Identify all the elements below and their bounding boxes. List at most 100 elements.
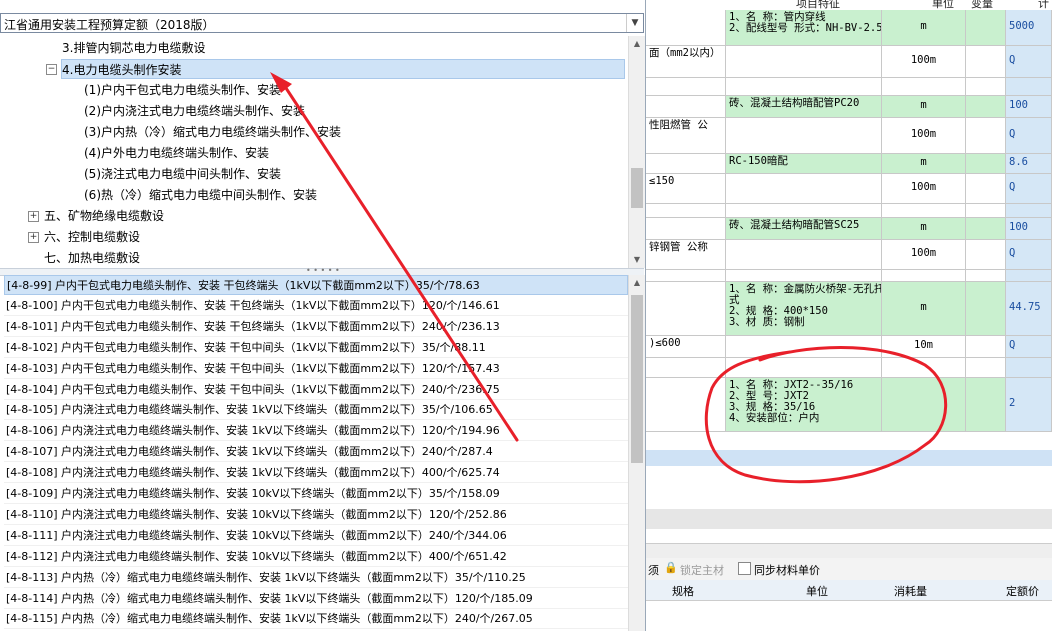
sheet-row[interactable] <box>646 358 1052 378</box>
cell-change[interactable] <box>966 10 1006 45</box>
tree-scrollbar[interactable]: ▲ ▼ <box>628 36 645 268</box>
cell-value[interactable]: 8.6 <box>1006 154 1052 173</box>
cell-value[interactable]: Q <box>1006 174 1052 203</box>
quota-list-item[interactable]: [4-8-114] 户内热（冷）缩式电力电缆终端头制作、安装 1kV以下终端头（… <box>4 589 628 609</box>
cell-feature[interactable]: 砖、混凝土结构暗配管SC25 <box>726 218 882 239</box>
cell-name[interactable]: 锌钢管 公称 <box>646 240 726 269</box>
sheet-row[interactable]: 1、名 称：金属防火桥架-无孔托盘 式 2、规 格：400*150 3、材 质：… <box>646 282 1052 336</box>
cell-name[interactable] <box>646 218 726 239</box>
cell-name[interactable]: 面（mm2以内） <box>646 46 726 77</box>
cell-unit[interactable]: 100m <box>882 118 966 153</box>
quota-list-item[interactable]: [4-8-99] 户内干包式电力电缆头制作、安装 干包终端头（1kV以下截面mm… <box>4 275 628 295</box>
cell-name[interactable]: )≤600 <box>646 336 726 357</box>
quota-list-item[interactable]: [4-8-102] 户内干包式电力电缆头制作、安装 干包中间头（1kV以下截面m… <box>4 338 628 358</box>
quota-list-item[interactable]: [4-8-107] 户内浇注式电力电缆终端头制作、安装 1kV以下终端头（截面m… <box>4 442 628 463</box>
quota-list-item[interactable]: [4-8-115] 户内热（冷）缩式电力电缆终端头制作、安装 1kV以下终端头（… <box>4 609 628 630</box>
tree-node[interactable]: (4)户外电力电缆终端头制作、安装 <box>84 143 269 163</box>
cell-value[interactable]: 5000 <box>1006 10 1052 45</box>
cell-name[interactable] <box>646 154 726 173</box>
cell-unit[interactable]: 100m <box>882 46 966 77</box>
cell-unit[interactable]: 100m <box>882 240 966 269</box>
cell-name[interactable] <box>646 270 726 281</box>
sheet-row[interactable] <box>646 78 1052 96</box>
cell-name[interactable] <box>646 96 726 117</box>
cell-feature[interactable] <box>726 78 882 95</box>
quota-library-select[interactable]: 江省通用安装工程预算定额（2018版） ▼ <box>0 13 644 33</box>
expand-icon[interactable]: + <box>28 211 39 222</box>
quota-list-item[interactable]: [4-8-104] 户内干包式电力电缆头制作、安装 干包中间头（1kV以下截面m… <box>4 380 628 400</box>
quota-list-item[interactable]: [4-8-109] 户内浇注式电力电缆终端头制作、安装 10kV以下终端头（截面… <box>4 484 628 504</box>
sheet-row[interactable] <box>646 270 1052 282</box>
cell-change[interactable] <box>966 204 1006 217</box>
quota-list-item[interactable]: [4-8-105] 户内浇注式电力电缆终端头制作、安装 1kV以下终端头（截面m… <box>4 400 628 421</box>
cell-change[interactable] <box>966 378 1006 431</box>
cell-value[interactable] <box>1006 270 1052 281</box>
cell-value[interactable]: Q <box>1006 118 1052 153</box>
cell-name[interactable] <box>646 378 726 431</box>
cell-change[interactable] <box>966 118 1006 153</box>
sheet-row[interactable]: 锌钢管 公称 100m Q <box>646 240 1052 270</box>
cell-change[interactable] <box>966 358 1006 377</box>
tree-node[interactable]: 五、矿物绝缘电缆敷设 <box>44 206 164 226</box>
cell-change[interactable] <box>966 46 1006 77</box>
tree-node[interactable]: (5)浇注式电力电缆中间头制作、安装 <box>84 164 281 184</box>
lock-main-material-button[interactable]: 锁定主材 <box>680 562 724 578</box>
cell-unit[interactable]: m <box>882 96 966 117</box>
sheet-row[interactable]: ≤150 100m Q <box>646 174 1052 204</box>
cell-unit[interactable]: 100m <box>882 174 966 203</box>
cell-value[interactable] <box>1006 358 1052 377</box>
tree-scroll-thumb[interactable] <box>631 168 643 208</box>
cell-change[interactable] <box>966 78 1006 95</box>
cell-feature[interactable]: 1、名 称：管内穿线 2、配线型号 形式：NH-BV-2.5 <box>726 10 882 45</box>
cell-unit[interactable] <box>882 378 966 431</box>
scroll-down-icon[interactable]: ▼ <box>629 252 645 268</box>
quota-list-item[interactable]: [4-8-110] 户内浇注式电力电缆终端头制作、安装 10kV以下终端头（截面… <box>4 505 628 525</box>
cell-change[interactable] <box>966 96 1006 117</box>
cell-change[interactable] <box>966 240 1006 269</box>
quota-list-item[interactable]: [4-8-108] 户内浇注式电力电缆终端头制作、安装 1kV以下终端头（截面m… <box>4 463 628 484</box>
sheet-row[interactable]: 1、名 称：JXT2--35/16 2、型 号：JXT2 3、规 格：35/16… <box>646 378 1052 432</box>
cell-value[interactable]: Q <box>1006 240 1052 269</box>
sheet-row[interactable]: )≤600 10m Q <box>646 336 1052 358</box>
cell-feature[interactable] <box>726 174 882 203</box>
cell-unit[interactable] <box>882 204 966 217</box>
collapse-icon[interactable]: − <box>46 64 57 75</box>
tree-node[interactable]: (6)热（冷）缩式电力电缆中间头制作、安装 <box>84 185 317 205</box>
cell-name[interactable] <box>646 282 726 335</box>
tree-node[interactable]: 3.排管内铜芯电力电缆敷设 <box>62 38 205 58</box>
cell-feature[interactable] <box>726 358 882 377</box>
cell-unit[interactable] <box>882 270 966 281</box>
cell-name[interactable] <box>646 358 726 377</box>
cell-change[interactable] <box>966 154 1006 173</box>
sheet-row[interactable]: 面（mm2以内） 100m Q <box>646 46 1052 78</box>
cell-name[interactable] <box>646 204 726 217</box>
chevron-down-icon[interactable]: ▼ <box>626 14 643 32</box>
sheet-row[interactable]: 性阻燃管 公 100m Q <box>646 118 1052 154</box>
cell-value[interactable]: Q <box>1006 46 1052 77</box>
sheet-row[interactable]: 1、名 称：管内穿线 2、配线型号 形式：NH-BV-2.5 m 5000 <box>646 10 1052 46</box>
scroll-up-icon[interactable]: ▲ <box>629 275 645 291</box>
tree-node[interactable]: 六、控制电缆敷设 <box>44 227 140 247</box>
cell-unit[interactable]: m <box>882 218 966 239</box>
tree-node[interactable]: (2)户内浇注式电力电缆终端头制作、安装 <box>84 101 305 121</box>
sync-price-checkbox[interactable] <box>738 562 751 575</box>
sheet-row[interactable]: RC-150暗配 m 8.6 <box>646 154 1052 174</box>
cell-feature[interactable] <box>726 336 882 357</box>
cell-change[interactable] <box>966 336 1006 357</box>
tree-node[interactable]: (3)户内热（冷）缩式电力电缆终端头制作、安装 <box>84 122 341 142</box>
cell-value[interactable]: 100 <box>1006 218 1052 239</box>
sheet-row[interactable] <box>646 204 1052 218</box>
cell-change[interactable] <box>966 282 1006 335</box>
scroll-up-icon[interactable]: ▲ <box>629 36 645 52</box>
quota-list-item[interactable]: [4-8-111] 户内浇注式电力电缆终端头制作、安装 10kV以下终端头（截面… <box>4 526 628 546</box>
sheet-splitter[interactable] <box>646 543 1052 558</box>
cell-name[interactable]: ≤150 <box>646 174 726 203</box>
cell-feature[interactable]: 1、名 称：金属防火桥架-无孔托盘 式 2、规 格：400*150 3、材 质：… <box>726 282 882 335</box>
cell-unit[interactable]: 10m <box>882 336 966 357</box>
tree-node[interactable]: 4.电力电缆头制作安装 <box>61 59 625 79</box>
cell-name[interactable]: 性阻燃管 公 <box>646 118 726 153</box>
cell-feature[interactable] <box>726 118 882 153</box>
cell-feature[interactable]: 1、名 称：JXT2--35/16 2、型 号：JXT2 3、规 格：35/16… <box>726 378 882 431</box>
cell-unit[interactable]: m <box>882 154 966 173</box>
cell-name[interactable] <box>646 10 726 45</box>
